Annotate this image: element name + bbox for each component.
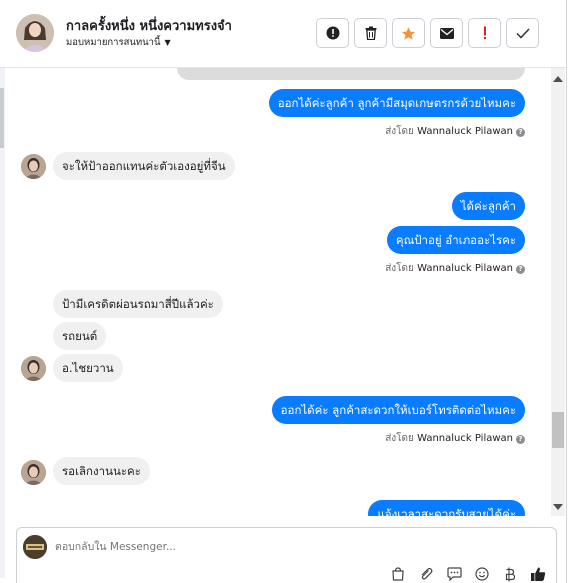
window-edge: [566, 0, 576, 583]
exclamation-circle-icon: [326, 26, 339, 40]
follow-up-button[interactable]: [468, 18, 501, 48]
message-outgoing: คุณป้าอยู่ อำเภออะไรคะ: [386, 226, 525, 254]
mark-done-button[interactable]: [506, 18, 539, 48]
delete-button[interactable]: [354, 18, 387, 48]
sent-by-name: Wannaluck Pilawan: [417, 263, 513, 274]
info-icon[interactable]: ?: [516, 265, 525, 274]
check-icon: [515, 27, 530, 39]
trash-icon: [365, 26, 376, 40]
message-thread: ออกได้ค่ะลูกค้า ลูกค้ามีสมุดเกษตรกรด้วยไ…: [5, 68, 551, 516]
scroll-thumb[interactable]: [552, 412, 564, 448]
sent-by-prefix: ส่งโดย: [385, 433, 414, 444]
message-incoming: จะให้ป้าออกแทนค่ะตัวเองอยู่ที่จีน: [53, 152, 235, 180]
avatar: [21, 460, 46, 485]
paperclip-icon[interactable]: [418, 566, 434, 582]
message-incoming: รอเลิกงานนะคะ: [53, 457, 150, 485]
bag-icon[interactable]: [390, 566, 406, 582]
scroll-up-arrow-icon[interactable]: [553, 76, 563, 82]
sent-by-name: Wannaluck Pilawan: [417, 126, 513, 137]
left-scroll-thumb[interactable]: [0, 88, 4, 148]
reply-composer: [16, 527, 557, 583]
emoji-icon[interactable]: [474, 566, 490, 582]
sent-by-prefix: ส่งโดย: [385, 126, 414, 137]
sent-by-meta: ส่งโดย Wannaluck Pilawan?: [385, 124, 525, 139]
chat-bubble-icon[interactable]: [446, 566, 462, 582]
mark-unread-button[interactable]: [430, 18, 463, 48]
reply-input[interactable]: [55, 539, 355, 555]
message-outgoing: ออกได้ค่ะลูกค้า ลูกค้ามีสมุดเกษตรกรด้วยไ…: [268, 89, 525, 117]
info-icon[interactable]: ?: [516, 128, 525, 137]
avatar: [21, 154, 46, 179]
message-scrollbar[interactable]: [551, 68, 565, 516]
baht-icon[interactable]: [502, 566, 518, 582]
page-avatar: [23, 535, 47, 559]
message-incoming: ป้ามีเครดิตผ่อนรถมาสี่ปีแล้วค่ะ: [53, 290, 223, 318]
caret-down-icon: ▼: [164, 38, 171, 47]
avatar[interactable]: [16, 14, 54, 52]
message-outgoing: แจ้งเวลาสะดวกรับสายได้ค่ะ: [368, 500, 525, 516]
assign-label: มอบหมายการสนทนานี้: [66, 37, 161, 48]
message-outgoing: ออกได้ค่ะ ลูกค้าสะดวกให้เบอร์โทรติดต่อไห…: [271, 396, 525, 424]
thumbs-up-icon[interactable]: [530, 566, 546, 582]
avatar: [21, 356, 46, 381]
conversation-header: กาลครั้งหนึ่ง หนึ่งความทรงจำ มอบหมายการส…: [0, 0, 566, 68]
message-outgoing: ได้ค่ะลูกค้า: [451, 192, 525, 220]
message-incoming: อ.ไชยวาน: [53, 354, 123, 382]
scroll-down-arrow-icon[interactable]: [553, 504, 563, 510]
sent-by-meta: ส่งโดย Wannaluck Pilawan?: [385, 261, 525, 276]
star-button[interactable]: [392, 18, 425, 48]
conversation-title: กาลครั้งหนึ่ง หนึ่งความทรงจำ: [66, 19, 232, 34]
message-incoming: รถยนต์: [53, 322, 107, 350]
sent-by-name: Wannaluck Pilawan: [417, 433, 513, 444]
sent-by-meta: ส่งโดย Wannaluck Pilawan?: [385, 431, 525, 446]
header-toolbar: [316, 18, 539, 48]
info-icon[interactable]: ?: [516, 435, 525, 444]
envelope-icon: [439, 27, 454, 39]
image-attachment[interactable]: [177, 68, 525, 80]
composer-actions: [390, 566, 546, 582]
mark-spam-button[interactable]: [316, 18, 349, 48]
exclamation-icon: [483, 26, 486, 40]
sent-by-prefix: ส่งโดย: [385, 263, 414, 274]
star-icon: [401, 26, 416, 40]
assign-conversation-dropdown[interactable]: มอบหมายการสนทนานี้ ▼: [66, 35, 171, 50]
